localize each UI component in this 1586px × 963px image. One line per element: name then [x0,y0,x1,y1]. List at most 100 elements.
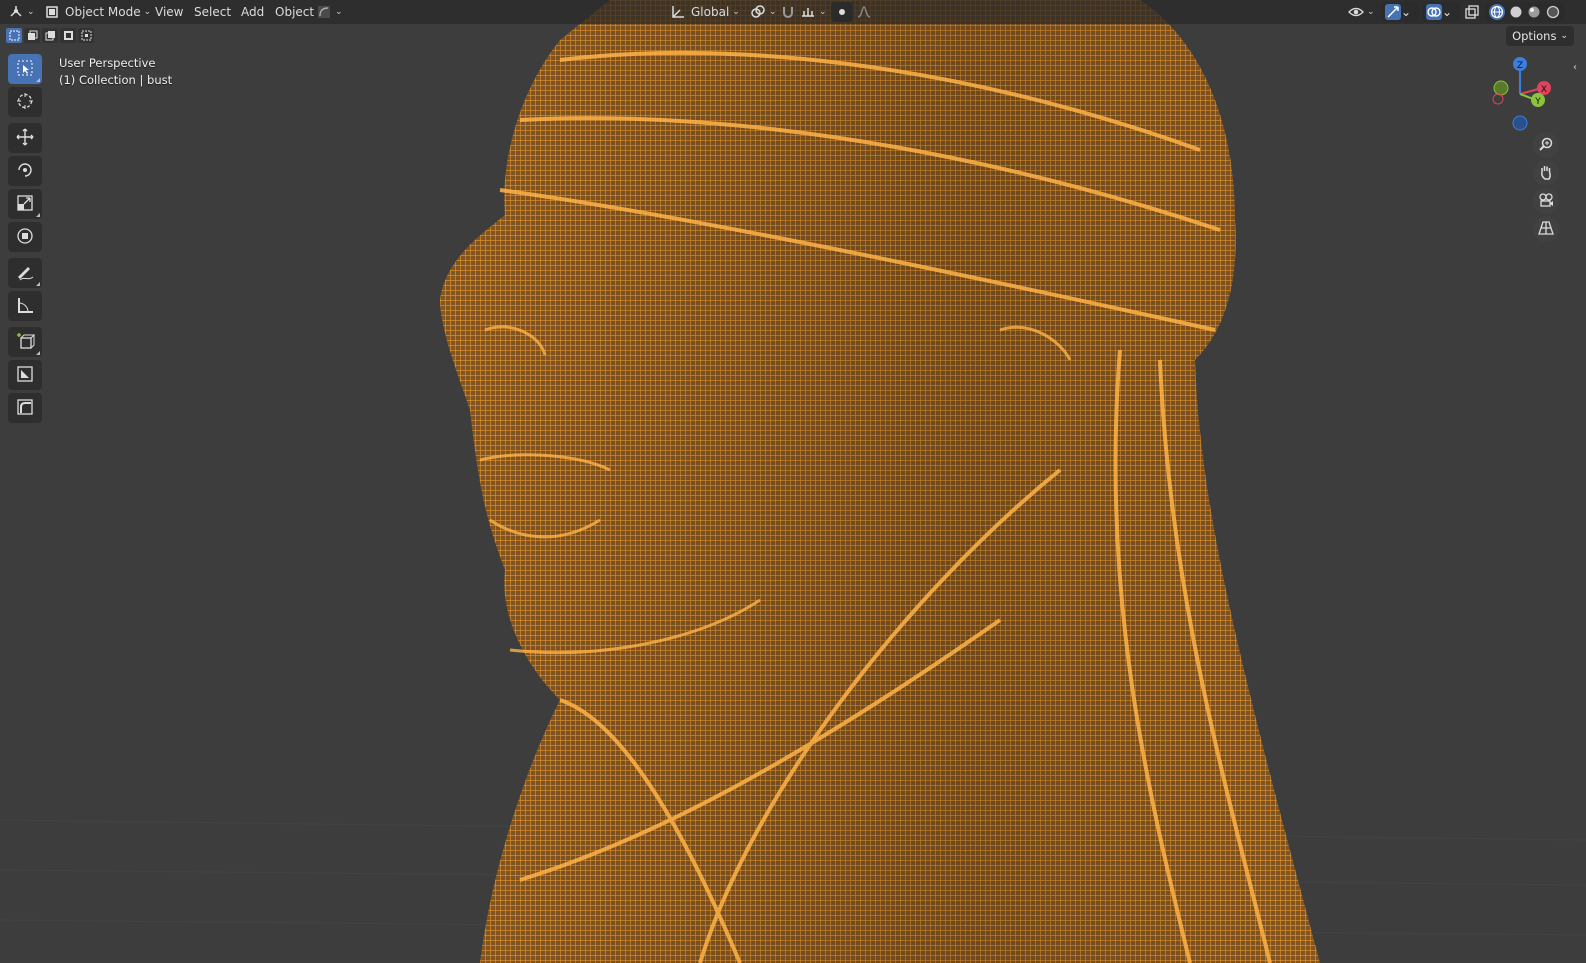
gpencil-dropdown[interactable]: ⌄ [316,2,343,22]
shrink-fatten-tool[interactable] [8,360,42,390]
gizmo-neg-y-axis[interactable] [1493,80,1509,96]
shrink-icon [15,364,35,387]
camera-view-button[interactable] [1533,188,1559,214]
cursor-tool[interactable] [8,87,42,117]
view-name: User Perspective [59,56,156,70]
tool-options-indicator [36,351,40,355]
overlay-icon [1426,4,1442,20]
menu-select[interactable]: Select [194,2,231,22]
gizmo-icon [1385,4,1401,20]
camera-icon [1538,192,1554,211]
scale-icon [15,193,35,216]
measure-icon [15,295,35,318]
navigation-gizmo[interactable]: Z X Y [1488,54,1562,134]
tool-options-indicator [36,213,40,217]
visibility-dropdown[interactable]: ⌄ [1348,2,1375,22]
hand-icon [1538,164,1554,183]
cursor-icon [15,91,35,114]
orientation-label: Global [691,5,730,19]
snap-toggle[interactable] [780,2,796,22]
perspective-toggle-button[interactable] [1533,216,1559,242]
gizmo-y-label: Y [1534,97,1541,107]
measure-tool[interactable] [8,291,42,321]
scale-tool[interactable] [8,189,42,219]
selection-mode-group [6,28,94,43]
mode-selector[interactable]: Object Mode ⌄ [44,2,151,22]
chevron-down-icon: ⌄ [1442,5,1453,19]
menu-add[interactable]: Add [241,2,264,22]
zoom-button[interactable] [1533,132,1559,158]
falloff-button[interactable] [856,2,872,22]
proportional-dot-icon [839,9,845,15]
proportional-editing-toggle[interactable] [831,2,853,22]
move-tool[interactable] [8,123,42,153]
falloff-curve-icon [856,4,872,20]
select-extend-icon[interactable] [24,28,40,43]
gizmo-z-label: Z [1517,61,1523,71]
chevron-down-icon: ⌄ [335,7,343,17]
material-shading-icon[interactable] [1526,4,1542,20]
select-subtract-icon[interactable] [42,28,58,43]
rotate-tool[interactable] [8,156,42,186]
transform-orientation[interactable]: Global ⌄ [670,2,740,22]
options-label: Options [1512,29,1557,43]
sidebar-toggle-icon[interactable]: ‹ [1573,62,1577,73]
chevron-down-icon: ⌄ [769,7,777,17]
transform-tool[interactable] [8,222,42,252]
curve-icon [316,4,332,20]
viewport-info: User Perspective (1) Collection | bust [59,55,172,88]
chevron-down-icon: ⌄ [1560,31,1568,41]
bevel-tool[interactable] [8,393,42,423]
collection-line: (1) Collection | bust [59,72,173,87]
chevron-down-icon: ⌄ [732,7,740,17]
snap-increment-icon [800,4,816,20]
gizmo-neg-z-axis[interactable] [1512,115,1528,131]
bevel-icon [15,397,35,420]
zoom-icon [1538,136,1554,155]
rendered-shading-icon[interactable] [1545,4,1561,20]
object-mode-icon [44,4,60,20]
select-intersect-icon[interactable] [78,28,94,43]
solid-shading-icon[interactable] [1508,4,1524,20]
overlay-toggle[interactable]: ⌄ [1422,2,1460,22]
xray-icon [1464,4,1480,20]
chevron-down-icon: ⌄ [27,7,35,17]
tool-shelf [7,54,45,426]
transform-icon [15,226,35,249]
select-box-tool[interactable] [8,54,42,84]
add-cube-tool[interactable] [8,327,42,357]
tool-options-indicator [36,282,40,286]
chevron-down-icon: ⌄ [819,7,827,17]
tool-options-indicator [36,78,40,82]
annotate-tool[interactable] [8,258,42,288]
annotate-icon [15,262,35,285]
select-invert-icon[interactable] [60,28,76,43]
chevron-down-icon: ⌄ [1401,5,1412,19]
options-dropdown[interactable]: Options ⌄ [1506,26,1574,46]
grid-icon [1538,220,1554,239]
xray-toggle[interactable] [1464,2,1480,22]
pan-button[interactable] [1533,160,1559,186]
mode-label: Object Mode [65,5,141,19]
gizmo-toggle[interactable]: ⌄ [1381,2,1419,22]
pivot-point-button[interactable]: ⌄ [750,2,777,22]
menu-object[interactable]: Object [275,2,314,22]
orientation-icon [670,4,686,20]
eye-icon [1348,4,1364,20]
add-cube-icon [15,331,36,354]
rotate-icon [15,160,35,183]
viewport-header: ⌄ Object Mode ⌄ View Select Add Object ⌄… [0,0,1586,24]
move-icon [15,127,35,150]
viewport-icon [8,4,24,20]
editor-type-button[interactable]: ⌄ [8,2,35,22]
select-new-icon[interactable] [6,28,22,43]
gizmo-neg-x-axis[interactable] [1492,93,1504,105]
select-box-icon [16,59,34,80]
menu-view[interactable]: View [155,2,183,22]
chevron-down-icon: ⌄ [1367,7,1375,17]
snap-target-dropdown[interactable]: ⌄ [800,2,827,22]
bust-mesh [440,0,1320,963]
3d-viewport[interactable] [0,0,1586,963]
chevron-down-icon: ⌄ [143,7,152,17]
wireframe-shading-icon[interactable] [1489,4,1505,20]
